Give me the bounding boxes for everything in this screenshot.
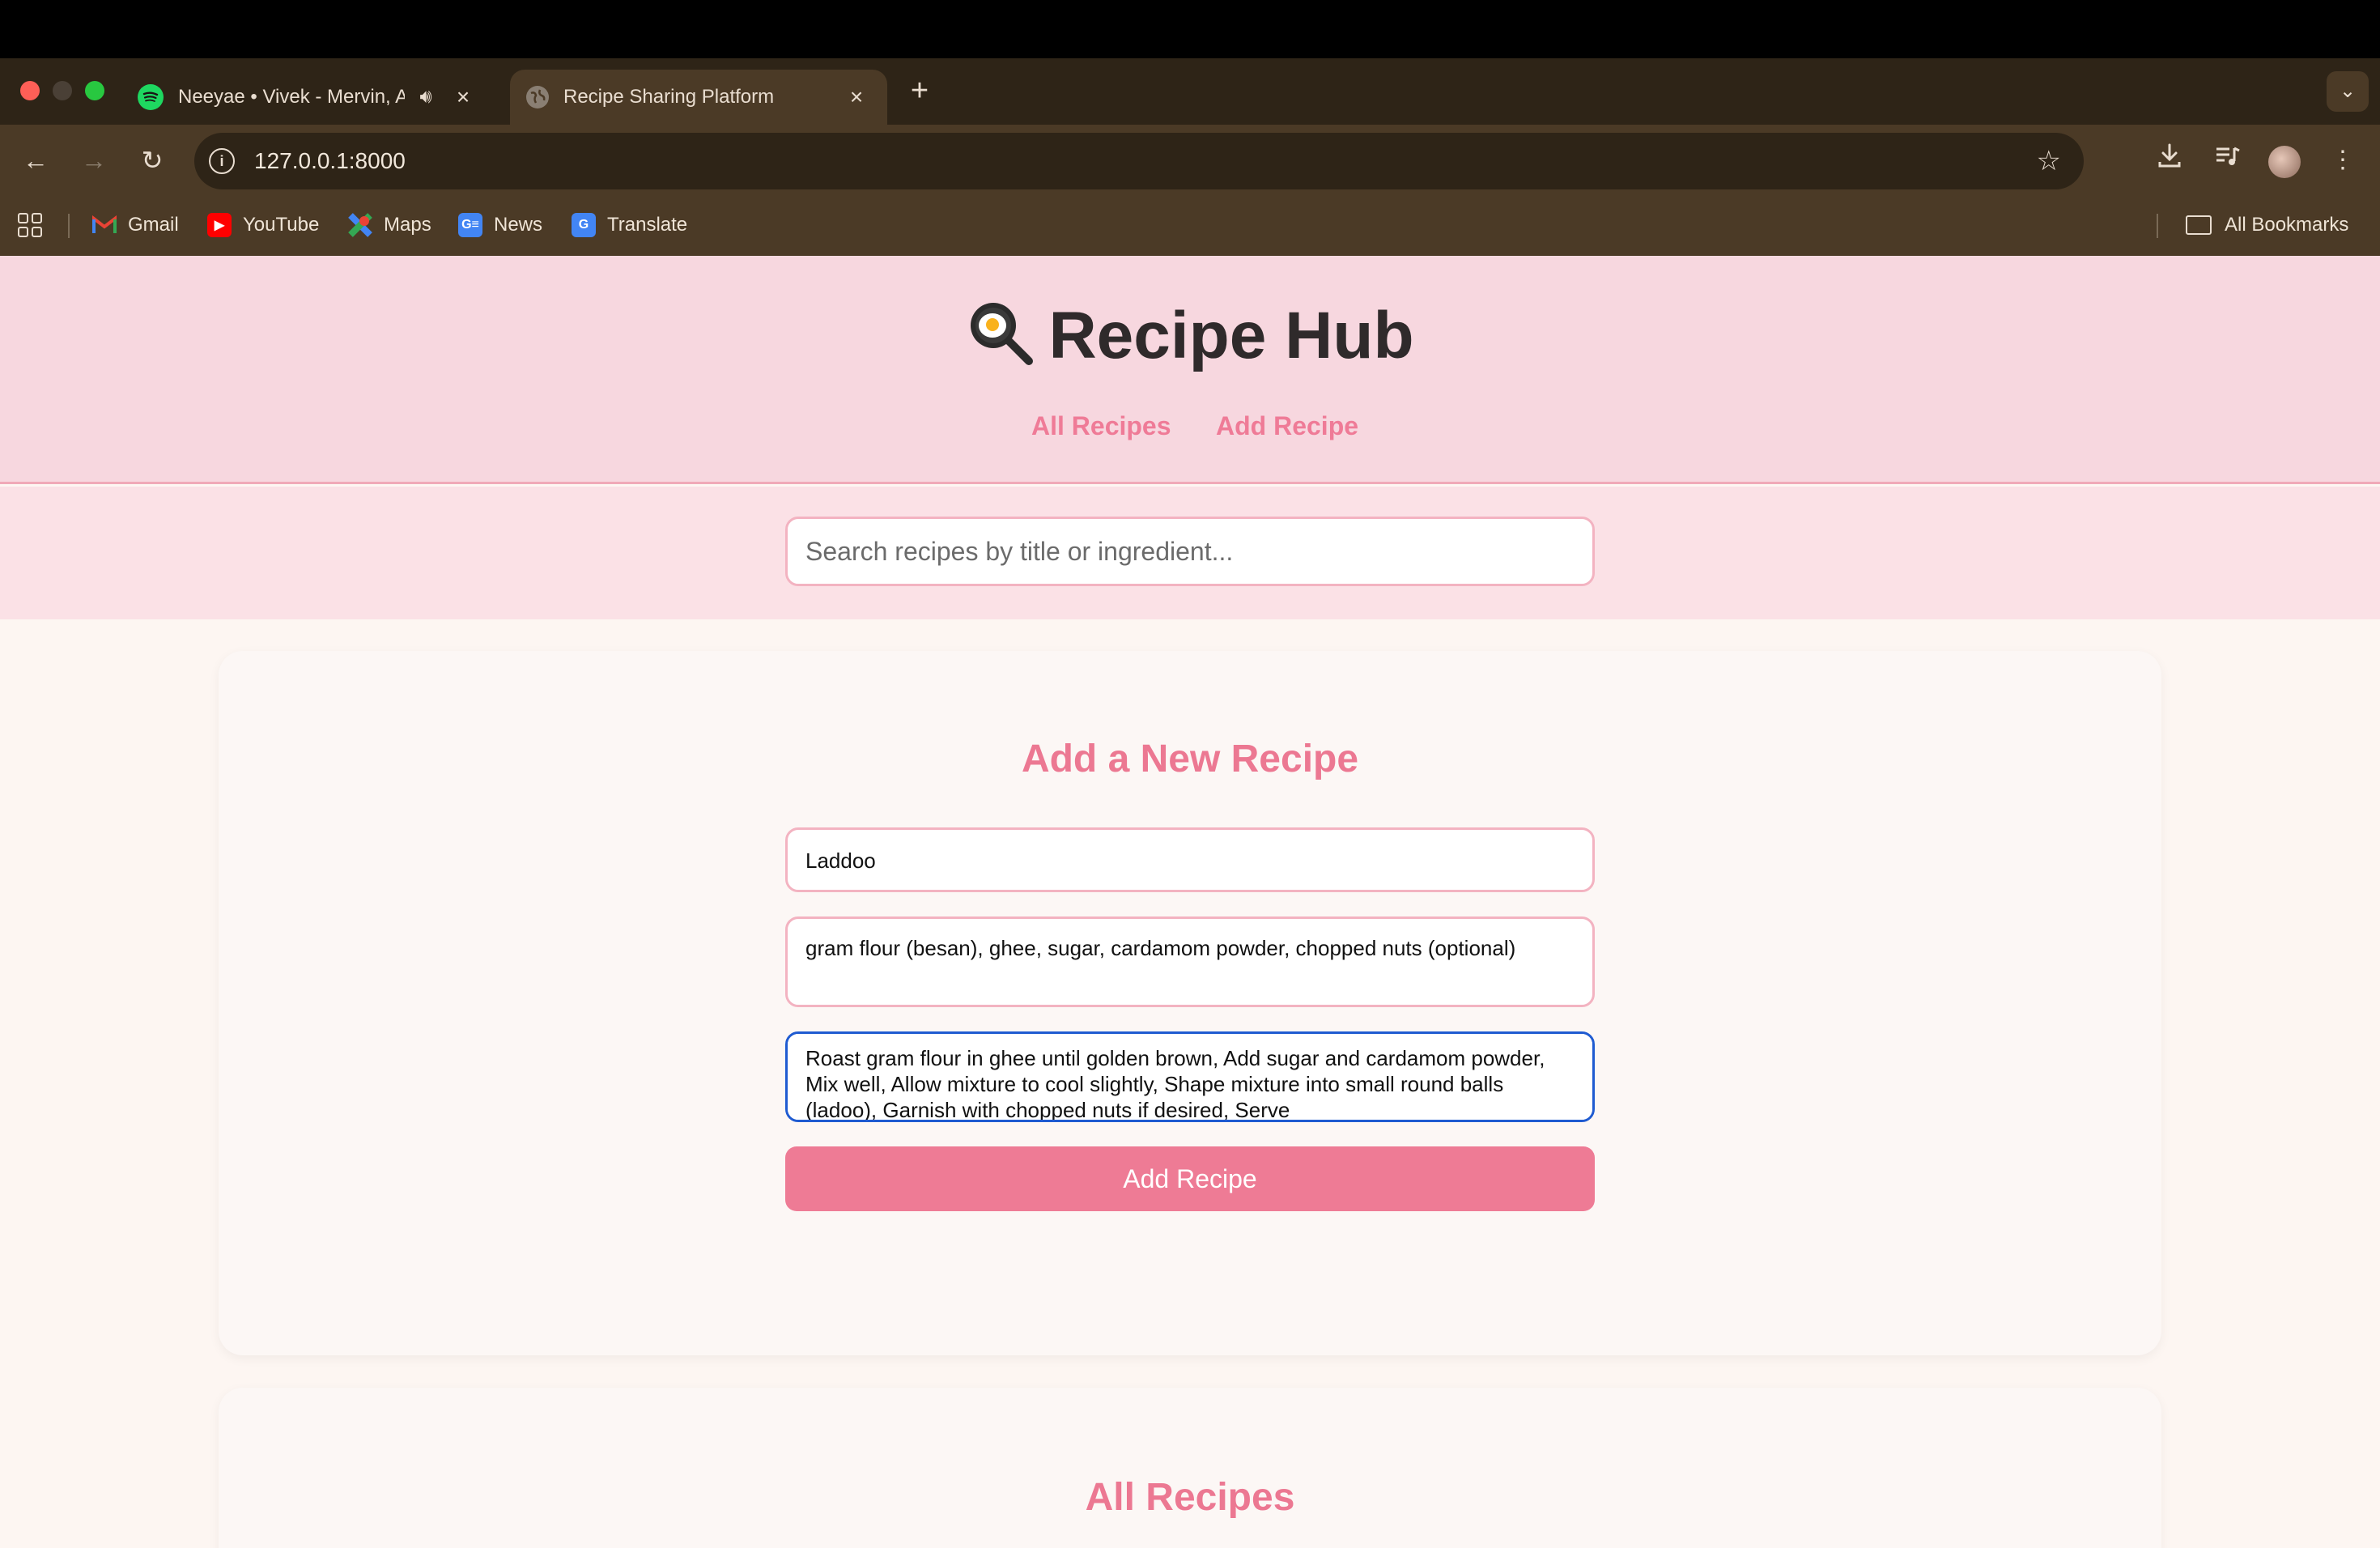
bookmarks-divider xyxy=(2157,214,2158,238)
all-bookmarks-button[interactable]: All Bookmarks xyxy=(2186,207,2348,243)
minimize-window-button[interactable] xyxy=(53,81,72,100)
apps-grid-icon[interactable] xyxy=(18,207,42,243)
news-icon: G≡ xyxy=(458,213,482,237)
bookmark-label: News xyxy=(494,214,543,236)
close-tab-icon[interactable]: × xyxy=(448,84,478,110)
speaker-icon[interactable]: 🔊︎ xyxy=(411,86,440,108)
back-arrow-icon[interactable]: ← xyxy=(18,142,53,178)
spotify-icon xyxy=(138,84,164,110)
all-recipes-heading: All Recipes xyxy=(1085,1476,1295,1519)
maximize-window-button[interactable] xyxy=(85,81,104,100)
bookmark-label: Gmail xyxy=(128,214,179,236)
bookmark-star-icon[interactable]: ☆ xyxy=(2037,145,2061,177)
bookmark-label: Maps xyxy=(384,214,431,236)
globe-icon xyxy=(526,86,549,108)
close-tab-icon[interactable]: × xyxy=(842,84,871,110)
add-recipe-submit-button[interactable]: Add Recipe xyxy=(785,1146,1595,1211)
all-recipes-card xyxy=(219,1388,2161,1548)
site-info-icon[interactable]: i xyxy=(209,148,235,174)
address-url[interactable]: 127.0.0.1:8000 xyxy=(254,148,406,174)
bookmark-label: YouTube xyxy=(243,214,320,236)
media-control-icon[interactable] xyxy=(2210,142,2246,178)
recipe-ingredients-textarea[interactable]: gram flour (besan), ghee, sugar, cardamo… xyxy=(785,916,1595,1007)
bookmark-translate[interactable]: G Translate xyxy=(572,207,687,243)
recipe-steps-textarea[interactable]: Roast gram flour in ghee until golden br… xyxy=(785,1031,1595,1122)
tab-search-chevron-icon[interactable]: ⌄ xyxy=(2327,71,2369,112)
recipe-title-input[interactable] xyxy=(785,827,1595,892)
frying-pan-egg-icon xyxy=(966,298,1034,382)
tab-title: Neeyae • Vivek - Mervin, A xyxy=(178,86,405,108)
profile-avatar[interactable] xyxy=(2268,146,2301,178)
site-title: Recipe Hub xyxy=(1048,299,1414,372)
folder-icon xyxy=(2186,215,2212,235)
forward-arrow-icon[interactable]: → xyxy=(76,142,112,178)
maps-icon xyxy=(348,213,372,237)
translate-icon: G xyxy=(572,213,596,237)
bookmark-news[interactable]: G≡ News xyxy=(458,207,542,243)
youtube-icon: ▶ xyxy=(207,213,232,237)
reload-icon[interactable]: ↻ xyxy=(134,142,170,178)
address-bar[interactable]: i 127.0.0.1:8000 ☆ xyxy=(194,133,2084,189)
close-window-button[interactable] xyxy=(20,81,40,100)
tab-title: Recipe Sharing Platform xyxy=(563,86,775,108)
tab-recipe-sharing[interactable]: Recipe Sharing Platform × xyxy=(510,70,887,125)
tab-spotify[interactable]: Neeyae • Vivek - Mervin, A 🔊︎ × xyxy=(121,70,494,125)
bookmark-maps[interactable]: Maps xyxy=(348,207,431,243)
search-input[interactable] xyxy=(785,517,1595,586)
nav-all-recipes[interactable]: All Recipes xyxy=(1031,411,1171,441)
new-tab-button[interactable]: + xyxy=(903,74,936,107)
site-logo: Recipe Hub xyxy=(0,298,2380,382)
system-menubar xyxy=(0,0,2380,58)
bookmark-youtube[interactable]: ▶ YouTube xyxy=(207,207,319,243)
nav-add-recipe[interactable]: Add Recipe xyxy=(1216,411,1358,441)
download-icon[interactable] xyxy=(2152,142,2187,178)
bookmarks-divider xyxy=(68,214,70,238)
kebab-menu-icon[interactable]: ⋮ xyxy=(2325,142,2361,178)
add-recipe-heading: Add a New Recipe xyxy=(1021,738,1359,780)
gmail-icon xyxy=(92,213,117,237)
bookmark-label: Translate xyxy=(607,214,688,236)
bookmark-gmail[interactable]: Gmail xyxy=(92,207,179,243)
all-bookmarks-label: All Bookmarks xyxy=(2225,214,2349,236)
